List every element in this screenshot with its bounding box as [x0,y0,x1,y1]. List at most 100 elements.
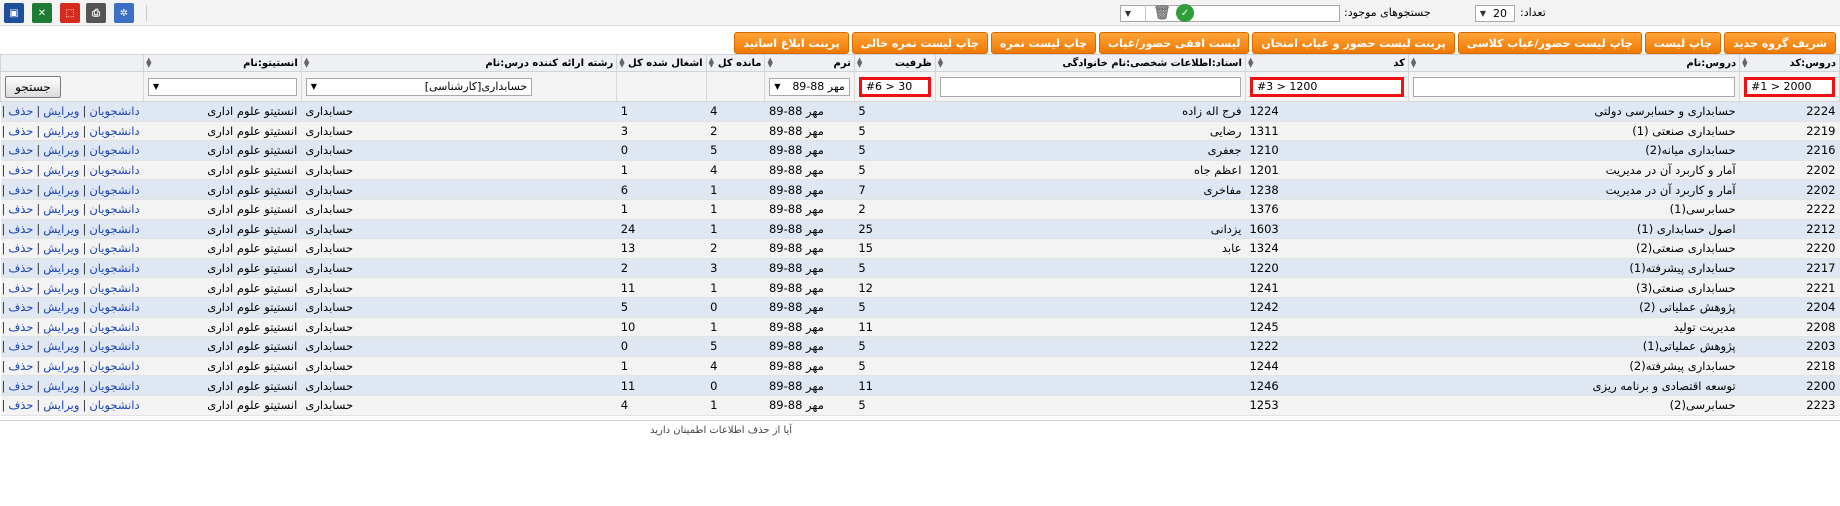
sort-icon[interactable]: ▲ ▼ [709,57,714,69]
delete-link[interactable]: حذف [8,398,33,412]
action-button-1[interactable]: شریف گروه جدید [1724,32,1836,54]
table-row[interactable]: 2200 توسعه اقتصادی و برنامه ریزی 1246 11 مهر… [0,375,1840,396]
edit-link[interactable]: ویرایش [43,359,79,373]
trash-icon[interactable]: 🗑 [1152,3,1172,23]
delete-link[interactable]: حذف [8,202,33,216]
table-row[interactable]: 2219 حسابداری صنعتی (1) 1311 رضایی 5 مهر 88-8… [0,121,1840,142]
delete-link[interactable]: حذف [8,143,33,157]
sort-icon[interactable]: ▲ ▼ [146,57,151,69]
action-button-5[interactable]: لیست افقی حضور/غیاب [1099,32,1250,54]
edit-link[interactable]: ویرایش [43,202,79,216]
column-header-2[interactable]: دروس:نام ▲ ▼ [1407,54,1741,72]
students-link[interactable]: دانشجویان [89,281,139,295]
students-link[interactable]: دانشجویان [89,300,139,314]
action-button-3[interactable]: چاپ لیست حضور/غیاب کلاسی [1457,32,1642,54]
table-row[interactable]: 2220 حسابداری صنعتی(2) 1324 عابد 15 مهر 88-89… [0,238,1840,259]
edit-link[interactable]: ویرایش [43,143,79,157]
table-row[interactable]: 2204 پژوهش عملیاتی (2) 1242 5 مهر 88-89 0 5 حسا… [0,297,1840,318]
settings-icon[interactable]: ✲ [114,3,134,23]
students-link[interactable]: دانشجویان [89,241,139,255]
delete-link[interactable]: حذف [8,222,33,236]
column-header-8[interactable]: اشغال شده کل ▲ ▼ [616,54,707,72]
table-row[interactable]: 2202 آمار و کاربرد آن در مدیریت 1238 مفاخری… [0,179,1840,200]
column-header-3[interactable]: کد ▲ ▼ [1244,54,1409,72]
table-row[interactable]: 2202 آمار و کاربرد آن در مدیریت 1201 اعظم ج… [0,160,1840,181]
edit-link[interactable]: ویرایش [43,261,79,275]
edit-link[interactable]: ویرایش [43,104,79,118]
action-button-6[interactable]: چاپ لیست نمره [990,32,1096,54]
column-header-6[interactable]: ترم ▲ ▼ [764,54,855,72]
term-filter-select[interactable]: مهر 88-89 ▼ [769,77,850,96]
table-row[interactable]: 2212 اصول حسابداری (1) 1603 یزدانی 25 مهر 88-… [0,219,1840,240]
edit-link[interactable]: ویرایش [43,183,79,197]
table-row[interactable]: 2218 حسابداری پیشرفته(2) 1244 5 مهر 88-89 4 1 ح… [0,356,1840,377]
table-row[interactable]: 2203 پژوهش عملیاتی(1) 1222 5 مهر 88-89 5 0 حساب… [0,336,1840,357]
apply-check-icon[interactable]: ✓ [1176,4,1194,22]
column-header-7[interactable]: مانده کل ▲ ▼ [705,54,766,72]
action-button-7[interactable]: چاپ لیست نمره خالی [851,32,988,54]
table-row[interactable]: 2221 حسابداری صنعتی(3) 1241 12 مهر 88-89 1 11 ح… [0,277,1840,298]
students-link[interactable]: دانشجویان [89,202,139,216]
delete-link[interactable]: حذف [8,339,33,353]
students-link[interactable]: دانشجویان [89,379,139,393]
table-row[interactable]: 2224 حسابداری و حسابرسی دولتی 1224 فرج اله … [0,101,1840,122]
sort-icon[interactable]: ▲ ▼ [1742,57,1747,69]
capacity-filter-input[interactable]: #6 > 30 [858,76,931,97]
delete-link[interactable]: حذف [8,124,33,138]
delete-link[interactable]: حذف [8,359,33,373]
edit-link[interactable]: ویرایش [43,281,79,295]
search-button[interactable]: جستجو [5,75,61,98]
major-filter-select[interactable]: حسابداری[کارشناسی] ▼ [305,77,533,96]
edit-link[interactable]: ویرایش [43,398,79,412]
action-button-4[interactable]: پرینت لیست حضور و غیاب امتحان [1252,32,1455,54]
edit-link[interactable]: ویرایش [43,241,79,255]
code-filter-input[interactable]: #1 > 2000 [1744,76,1835,97]
table-row[interactable]: 2222 حسابرسی(1) 1376 2 مهر 88-89 1 1 حسابداری ان… [0,199,1840,220]
table-row[interactable]: 2223 حسابرسی(2) 1253 5 مهر 88-89 1 4 حسابداری ان… [0,395,1840,416]
column-header-1[interactable]: دروس:کد ▲ ▼ [1739,54,1840,72]
name-filter-input[interactable] [1412,76,1736,97]
students-link[interactable]: دانشجویان [89,261,139,275]
delete-link[interactable]: حذف [8,104,33,118]
students-link[interactable]: دانشجویان [89,339,139,353]
delete-link[interactable]: حذف [8,300,33,314]
sort-icon[interactable]: ▲ ▼ [857,57,862,69]
delete-link[interactable]: حذف [8,241,33,255]
sort-icon[interactable]: ▲ ▼ [767,57,772,69]
edit-link[interactable]: ویرایش [43,300,79,314]
edit-link[interactable]: ویرایش [43,222,79,236]
column-header-10[interactable]: انستیتو:نام ▲ ▼ [143,54,302,72]
edit-link[interactable]: ویرایش [43,124,79,138]
table-row[interactable]: 2217 حسابداری پیشرفته(1) 1220 5 مهر 88-89 3 2 ح… [0,258,1840,279]
delete-link[interactable]: حذف [8,281,33,295]
sort-icon[interactable]: ▲ ▼ [1248,57,1253,69]
column-header-9[interactable]: رشته ارائه کننده درس:نام ▲ ▼ [300,54,618,72]
students-link[interactable]: دانشجویان [89,183,139,197]
excel-icon[interactable]: ✕ [32,3,52,23]
column-header-5[interactable]: ظرفیت ▲ ▼ [853,54,936,72]
delete-link[interactable]: حذف [8,320,33,334]
students-link[interactable]: دانشجویان [89,104,139,118]
students-link[interactable]: دانشجویان [89,320,139,334]
edit-link[interactable]: ویرایش [43,339,79,353]
delete-link[interactable]: حذف [8,261,33,275]
action-button-8[interactable]: پرینت ابلاغ اساتید [734,32,849,54]
kod-filter-input[interactable]: #3 > 1200 [1249,76,1404,97]
delete-link[interactable]: حذف [8,183,33,197]
sort-icon[interactable]: ▲ ▼ [619,57,624,69]
sort-icon[interactable]: ▲ ▼ [938,57,943,69]
save-icon[interactable]: ▣ [4,3,24,23]
pdf-icon[interactable]: ⬚ [60,3,80,23]
action-button-2[interactable]: چاپ لیست [1644,32,1722,54]
table-row[interactable]: 2216 حسابداری میانه(2) 1210 جعفری 5 مهر 88-89… [0,140,1840,161]
students-link[interactable]: دانشجویان [89,222,139,236]
lastname-filter-input[interactable] [939,76,1241,97]
table-row[interactable]: 2208 مدیریت تولید 1245 11 مهر 88-89 1 10 حسابدا… [0,317,1840,338]
print-icon[interactable]: ⎙ [86,3,106,23]
students-link[interactable]: دانشجویان [89,398,139,412]
column-header-4[interactable]: اسناد:اطلاعات شخصی:نام خانوادگی ▲ ▼ [934,54,1246,72]
edit-link[interactable]: ویرایش [43,163,79,177]
sort-icon[interactable]: ▲ ▼ [304,57,309,69]
count-select[interactable]: ▼ 20 [1475,5,1515,22]
students-link[interactable]: دانشجویان [89,163,139,177]
